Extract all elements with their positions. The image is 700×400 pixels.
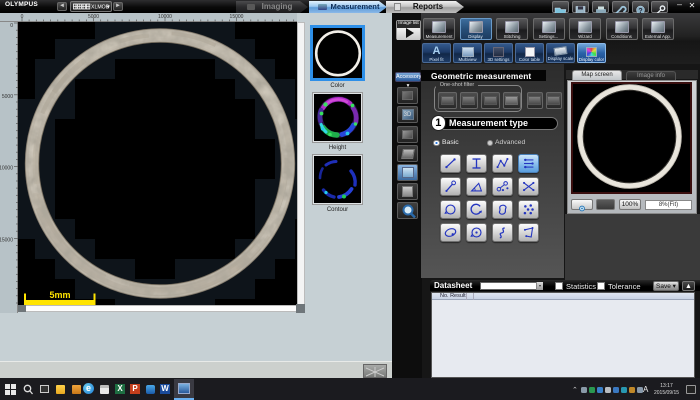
svg-text:15000: 15000	[230, 14, 244, 20]
svg-text:15000: 15000	[0, 237, 13, 243]
svg-text:10000: 10000	[158, 14, 172, 20]
svg-text:5000: 5000	[2, 94, 13, 100]
svg-text:10000: 10000	[0, 166, 13, 172]
svg-text:5mm: 5mm	[49, 290, 70, 300]
svg-text:0: 0	[10, 23, 13, 29]
svg-text:5000: 5000	[88, 14, 99, 20]
svg-text:0: 0	[21, 14, 24, 20]
